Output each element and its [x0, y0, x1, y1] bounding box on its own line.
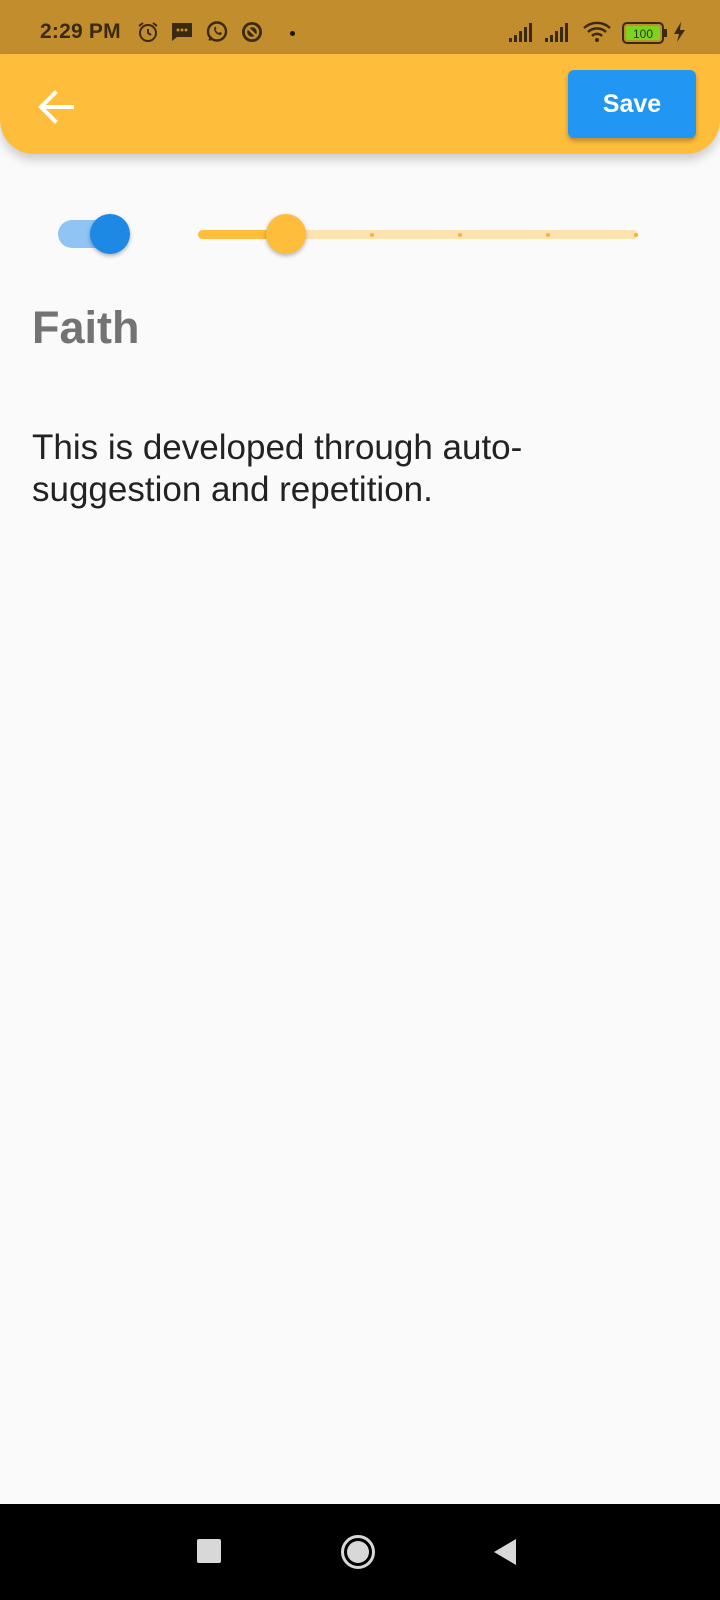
wifi-icon	[582, 20, 612, 44]
recent-apps-icon	[197, 1539, 221, 1563]
app-bar: Save	[0, 54, 720, 154]
battery-level-text: 100	[633, 27, 653, 41]
signal-icon	[508, 20, 532, 44]
recent-apps-button[interactable]	[196, 1538, 222, 1569]
alarm-icon	[136, 20, 160, 44]
battery-icon: 100	[622, 22, 668, 46]
slider-tick	[458, 233, 462, 237]
message-icon	[170, 20, 194, 44]
page-title: Faith	[32, 302, 140, 353]
back-icon	[494, 1539, 516, 1565]
arrow-left-icon	[38, 90, 74, 124]
home-icon	[341, 1535, 375, 1569]
slider-tick	[546, 233, 550, 237]
status-bar: 2:29 PM 100	[0, 0, 720, 54]
blocked-icon	[240, 20, 264, 44]
notification-dot-icon	[290, 31, 295, 36]
system-nav-bar	[0, 1504, 720, 1600]
slider-tick	[370, 233, 374, 237]
back-button[interactable]	[30, 81, 82, 133]
home-button[interactable]	[340, 1534, 376, 1575]
whatsapp-icon	[205, 20, 229, 44]
nav-back-button[interactable]	[492, 1538, 518, 1571]
enable-toggle[interactable]	[57, 212, 131, 256]
signal-icon	[544, 20, 568, 44]
slider-tick	[634, 233, 638, 237]
charging-icon	[672, 20, 688, 44]
save-button[interactable]: Save	[568, 70, 696, 138]
status-time: 2:29 PM	[40, 20, 121, 43]
description-text: This is developed through auto-suggestio…	[32, 428, 523, 509]
toggle-thumb	[90, 214, 130, 254]
level-slider[interactable]	[196, 210, 642, 258]
slider-thumb[interactable]	[266, 214, 306, 254]
